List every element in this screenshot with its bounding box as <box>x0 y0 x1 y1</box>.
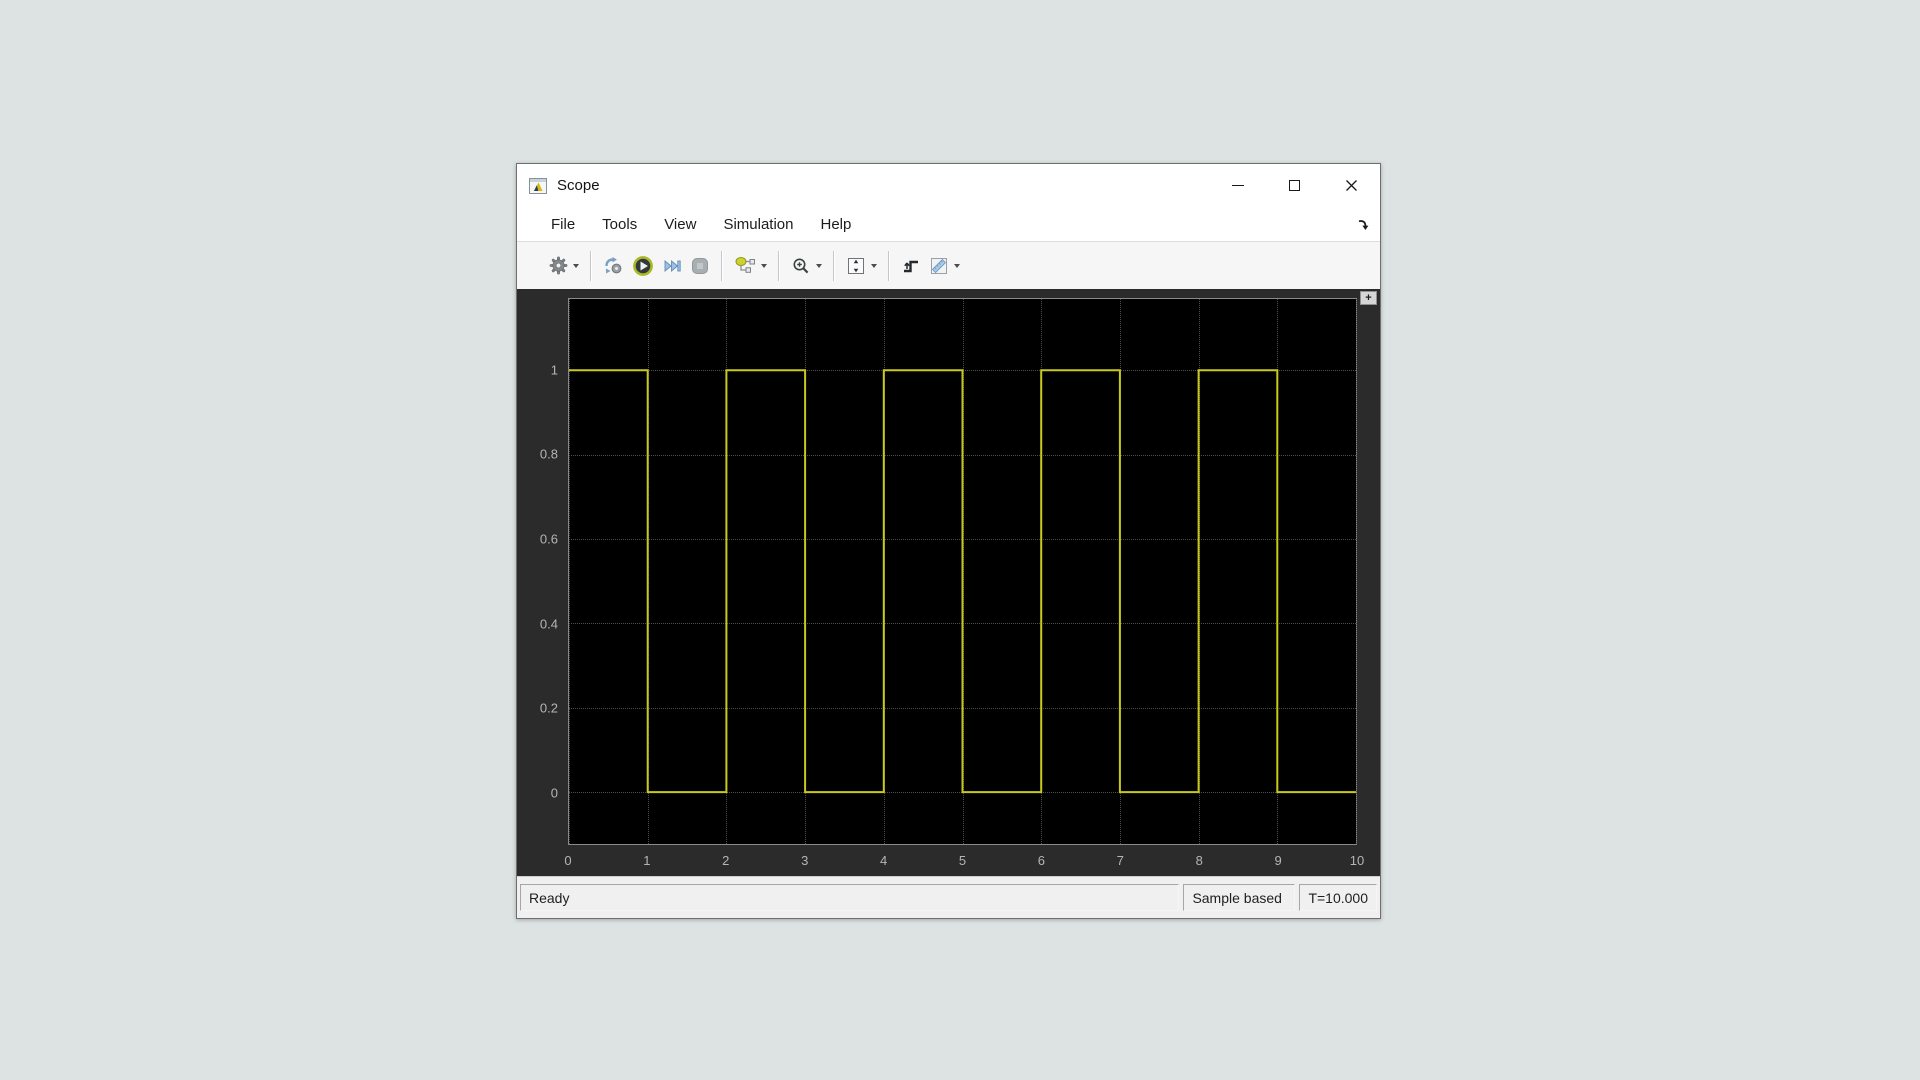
window-title: Scope <box>557 177 600 194</box>
x-tick-label: 1 <box>643 853 650 868</box>
zoom-button[interactable] <box>787 249 826 283</box>
dropdown-caret-icon[interactable] <box>954 264 960 268</box>
simulation-time-panel: T=10.000 <box>1299 884 1377 911</box>
run-button[interactable] <box>628 249 658 283</box>
x-tick-label: 3 <box>801 853 808 868</box>
highlight-simulink-block-button[interactable] <box>599 249 628 283</box>
gridline-vertical <box>1356 299 1357 844</box>
dock-arrow-icon <box>1356 218 1370 231</box>
scope-app-icon <box>529 178 547 194</box>
gear-icon <box>549 256 568 275</box>
x-tick-label: 7 <box>1117 853 1124 868</box>
x-tick-label: 5 <box>959 853 966 868</box>
status-bar: Ready Sample based T=10.000 <box>517 876 1380 918</box>
signal-selector-button[interactable] <box>730 249 771 283</box>
x-tick-label: 0 <box>564 853 571 868</box>
expand-plot-button[interactable]: + <box>1360 291 1377 305</box>
signal-polyline <box>569 370 1356 792</box>
toolbar-separator <box>721 251 723 281</box>
toolbar <box>517 241 1380 289</box>
fit-to-view-button[interactable] <box>842 249 881 283</box>
menu-help[interactable]: Help <box>821 216 852 233</box>
menu-file[interactable]: File <box>551 216 575 233</box>
close-button[interactable] <box>1323 164 1380 207</box>
dropdown-caret-icon[interactable] <box>573 264 579 268</box>
close-icon <box>1345 179 1358 192</box>
highlight-simulink-block-icon <box>603 256 624 276</box>
dock-button[interactable] <box>1356 218 1370 231</box>
run-icon <box>632 255 654 277</box>
toolbar-separator <box>888 251 890 281</box>
title-bar: Scope <box>517 164 1380 207</box>
dropdown-caret-icon[interactable] <box>761 264 767 268</box>
maximize-button[interactable] <box>1266 164 1323 207</box>
x-tick-label: 8 <box>1196 853 1203 868</box>
scope-canvas: 0 0.2 0.4 0.6 0.8 1 0 1 2 3 4 5 6 7 8 9 10 + <box>517 289 1380 876</box>
y-tick-label: 0.4 <box>540 616 558 631</box>
x-tick-label: 10 <box>1350 853 1364 868</box>
stop-button[interactable] <box>686 249 714 283</box>
plot-box[interactable] <box>568 298 1357 845</box>
y-tick-label: 0.2 <box>540 701 558 716</box>
signal-trace <box>569 299 1356 844</box>
x-tick-label: 2 <box>722 853 729 868</box>
signal-selector-icon <box>734 256 756 276</box>
y-tick-label: 0.8 <box>540 447 558 462</box>
toolbar-separator <box>590 251 592 281</box>
step-forward-icon <box>662 256 682 276</box>
measurements-icon <box>929 256 949 276</box>
y-tick-label: 0 <box>551 785 558 800</box>
minimize-button[interactable] <box>1209 164 1266 207</box>
menu-view[interactable]: View <box>664 216 696 233</box>
y-axis-labels: 0 0.2 0.4 0.6 0.8 1 <box>517 298 564 845</box>
status-message: Ready <box>520 884 1179 911</box>
dropdown-caret-icon[interactable] <box>871 264 877 268</box>
desktop: { "window": { "title": "Scope" }, "title… <box>0 0 1920 1080</box>
minimize-icon <box>1232 185 1244 186</box>
stop-icon <box>690 256 710 276</box>
configuration-properties-button[interactable] <box>545 249 583 283</box>
cursor-measurements-button[interactable] <box>925 249 964 283</box>
menu-simulation[interactable]: Simulation <box>723 216 793 233</box>
fit-to-view-icon <box>846 256 866 276</box>
y-tick-label: 0.6 <box>540 531 558 546</box>
menu-tools[interactable]: Tools <box>602 216 637 233</box>
maximize-icon <box>1289 180 1300 191</box>
sample-mode-panel: Sample based <box>1183 884 1295 911</box>
zoom-in-icon <box>791 256 811 276</box>
x-tick-label: 9 <box>1274 853 1281 868</box>
step-forward-button[interactable] <box>658 249 686 283</box>
x-tick-label: 4 <box>880 853 887 868</box>
x-axis-labels: 012345678910 <box>568 853 1357 869</box>
y-tick-label: 1 <box>551 362 558 377</box>
menu-bar: File Tools View Simulation Help <box>517 207 1380 241</box>
toolbar-separator <box>833 251 835 281</box>
window-controls <box>1209 164 1380 207</box>
scope-window: Scope File Tools View Simulation Help <box>516 163 1381 919</box>
toolbar-separator <box>778 251 780 281</box>
trigger-icon <box>901 256 921 276</box>
trigger-button[interactable] <box>897 249 925 283</box>
x-tick-label: 6 <box>1038 853 1045 868</box>
dropdown-caret-icon[interactable] <box>816 264 822 268</box>
